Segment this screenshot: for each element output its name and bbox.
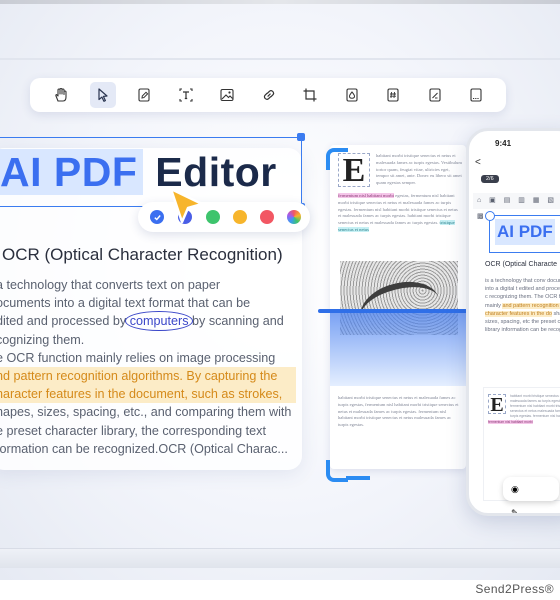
ocr-line-text: nd pattern recognition algorithms. By ca… xyxy=(0,368,278,383)
ocr-scan-line xyxy=(318,309,474,313)
cursor-icon xyxy=(97,88,108,102)
scan-corner-top-left xyxy=(326,148,348,170)
drop-icon xyxy=(345,88,358,102)
ocr-line: ocuments into a digital text format that… xyxy=(0,294,296,312)
phone-back-button[interactable]: < xyxy=(475,157,481,168)
image-tool-button[interactable] xyxy=(214,82,240,108)
ocr-line-text: dited and processed by xyxy=(0,314,130,329)
color-red[interactable] xyxy=(260,210,274,224)
footer-strip: Send2Press® xyxy=(0,580,560,600)
ocr-line: haracter features in the document, such … xyxy=(0,385,296,404)
ocr-line-text: formation can be recognized.OCR (Optical… xyxy=(0,441,288,456)
editor-toolbar xyxy=(30,78,506,112)
page-title[interactable]: AI PDF Editor xyxy=(0,146,277,198)
ocr-line: dited and processed by computers by scan… xyxy=(0,312,296,330)
ocr-line: e preset character library, the correspo… xyxy=(0,422,296,440)
ocr-line-text: a technology that converts text on paper xyxy=(0,278,221,292)
phone-handle-tl[interactable] xyxy=(485,211,495,221)
doc-text-a: habitant morbi tristique senectus et net… xyxy=(376,153,462,186)
ocr-line-text: e OCR function mainly relies on image pr… xyxy=(0,350,276,365)
phone-ocr-paragraph: is a technology that conv documents into… xyxy=(485,277,560,334)
select-tool-button[interactable] xyxy=(89,82,116,108)
doc-lines-icon xyxy=(428,88,441,102)
crop-tool-button[interactable] xyxy=(297,82,323,108)
scan-corner-bottom-left xyxy=(326,460,348,482)
ocr-scan-glow xyxy=(330,312,466,386)
resize-handle-top-right[interactable] xyxy=(297,133,305,141)
footer-credit: Send2Press® xyxy=(475,582,554,596)
ocr-line-text: hapes, sizes, spacing, etc., and compari… xyxy=(0,405,292,420)
ocr-line-text: ocuments into a digital text format that… xyxy=(0,296,251,311)
scanned-document: E habitant morbi tristique senectus et n… xyxy=(330,145,466,469)
image-icon xyxy=(220,88,234,102)
form-tool-button[interactable] xyxy=(422,82,448,108)
crop-icon xyxy=(303,88,317,102)
doc-paragraph-3: habitant morbi tristique senectus et net… xyxy=(338,395,462,429)
text-box-icon xyxy=(178,88,193,102)
link-icon xyxy=(263,90,274,100)
header-footer-tool-button[interactable] xyxy=(380,82,406,108)
hand-tool-button[interactable] xyxy=(48,82,74,108)
page-tool-button[interactable] xyxy=(463,82,489,108)
ocr-line: hapes, sizes, spacing, etc., and compari… xyxy=(0,403,296,421)
hash-page-icon xyxy=(387,88,399,102)
color-yellow[interactable] xyxy=(233,210,247,224)
ocr-line-text-after: by scanning and xyxy=(188,314,284,329)
ocr-line: cognizing them. xyxy=(0,331,296,349)
phone-toolbar[interactable]: ⌂ ▣ ▤ ▥ ▦ ▧ ▨ ▩ xyxy=(473,193,560,220)
text-tool-button[interactable] xyxy=(173,82,199,108)
mobile-preview: 9:41 < 2/6 ⌂ ▣ ▤ ▥ ▦ ▧ ▨ ▩ AI PDF OCR (O… xyxy=(466,128,560,516)
stage-bottom-edge xyxy=(0,548,560,568)
ocr-paragraph[interactable]: a technology that converts text on paper… xyxy=(0,276,296,458)
doc-highlight-pink: fermentum nisl habitant morbi xyxy=(338,193,395,198)
phone-ocr-heading: OCR (Optical Characte xyxy=(485,261,557,268)
page-dashed-icon xyxy=(470,88,482,102)
title-highlighted-text: AI PDF xyxy=(0,149,144,195)
highlight-color-picker xyxy=(138,202,310,232)
phone-title: AI PDF xyxy=(495,219,555,245)
ocr-line: e OCR function mainly relies on image pr… xyxy=(0,349,296,367)
scan-corner-bottom-edge xyxy=(346,458,370,480)
color-green[interactable] xyxy=(206,210,220,224)
ocr-line: a technology that converts text on paper xyxy=(0,276,296,294)
circled-word[interactable]: computers xyxy=(130,314,189,328)
phone-bottom-tools[interactable]: ◉ ✎ xyxy=(503,477,559,513)
phone-page-indicator: 2/6 xyxy=(481,175,499,183)
title-rest-text: Editor xyxy=(143,149,277,195)
phone-doc-text-2: fermentum nisl habitant morbi xyxy=(488,420,560,425)
pencil-page-icon xyxy=(138,88,150,102)
edit-tool-button[interactable] xyxy=(131,82,157,108)
phone-time: 9:41 xyxy=(495,139,512,148)
ocr-line-text: cognizing them. xyxy=(0,332,85,347)
link-tool-button[interactable] xyxy=(256,82,282,108)
doc-paragraph-2: fermentum nisl habitant morbi egestas, f… xyxy=(338,193,462,234)
check-icon xyxy=(153,214,161,221)
screenshot-frame: AI PDF Editor OCR (Optical Character Rec… xyxy=(0,0,560,600)
phone-drop-cap: E xyxy=(488,394,506,415)
ocr-line: nd pattern recognition algorithms. By ca… xyxy=(0,366,296,386)
doc-paragraph-1: habitant morbi tristique senectus et net… xyxy=(376,153,462,187)
color-blue-selected[interactable] xyxy=(150,210,164,224)
ocr-line-text: haracter features in the document, such … xyxy=(0,387,283,402)
hand-icon xyxy=(55,87,67,102)
ocr-heading: OCR (Optical Character Recognition) xyxy=(2,245,283,264)
ocr-line: formation can be recognized.OCR (Optical… xyxy=(0,440,296,458)
doc-text-c: habitant morbi tristique senectus et net… xyxy=(338,395,459,428)
stage-top-edge xyxy=(0,58,560,60)
color-custom-picker[interactable] xyxy=(287,210,301,224)
mouse-pointer-icon xyxy=(169,187,204,224)
ocr-line-text: e preset character library, the correspo… xyxy=(0,423,266,438)
phone-doc-highlight: fermentum nisl habitant morbi xyxy=(488,420,533,424)
watermark-tool-button[interactable] xyxy=(339,82,365,108)
